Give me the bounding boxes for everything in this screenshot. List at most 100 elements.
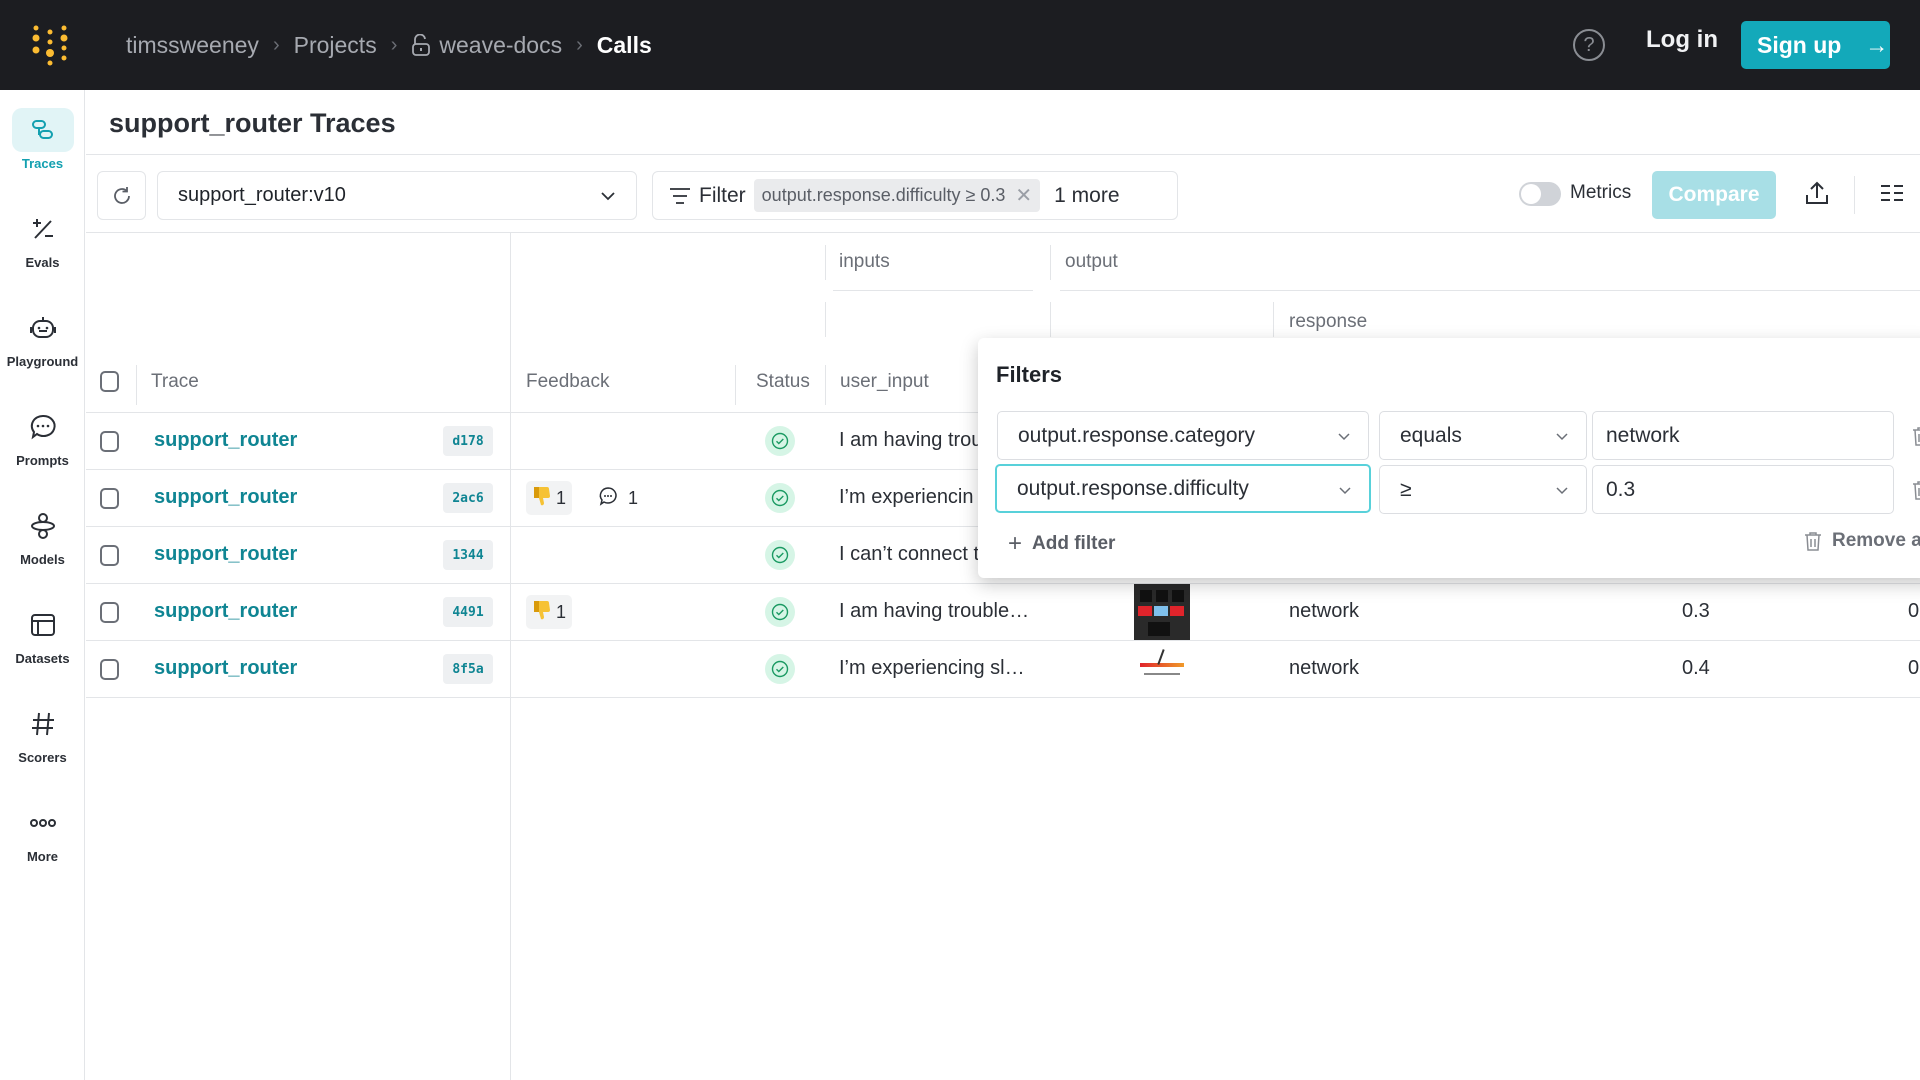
divider [1273,302,1274,337]
trace-id-badge[interactable]: 8f5a [443,654,493,684]
login-button[interactable]: Log in [1646,26,1718,54]
filter-field-select[interactable]: output.response.category [997,411,1369,460]
table-row[interactable]: support_router 4491 1 I am having trouble… n… [86,584,1920,641]
divider [86,697,1920,698]
user-input-cell[interactable]: I’m experiencin [839,486,974,509]
trace-name-link[interactable]: support_router [154,657,297,680]
filter-value: 0.3 [1606,477,1636,501]
filter-value-input[interactable]: network [1592,411,1894,460]
remove-all-button[interactable]: Remove a [1804,530,1920,552]
user-input-cell[interactable]: I’m experiencing sl… [839,657,1025,680]
columns-icon[interactable] [1880,181,1904,205]
user-input-cell[interactable]: I am having trou [839,429,982,452]
metrics-label: Metrics [1570,182,1632,203]
filter-chip[interactable]: output.response.difficulty ≥ 0.3 ✕ [753,179,1041,212]
sidebar-item-evals[interactable]: Evals [0,207,85,287]
unlock-icon [412,34,431,56]
status-success-icon [765,540,795,570]
difficulty-cell[interactable]: 0.3 [1682,600,1710,623]
sidebar-item-traces[interactable]: Traces [0,108,85,188]
sidebar-label: Datasets [15,651,70,666]
trace-name-link[interactable]: support_router [154,486,297,509]
robot-icon [12,306,74,350]
thumbs-down-reaction[interactable]: 1 [526,481,573,515]
trace-name-link[interactable]: support_router [154,600,297,623]
metrics-toggle[interactable] [1519,182,1561,206]
filter-value-input[interactable]: 0.3 [1592,465,1894,514]
trace-name-link[interactable]: support_router [154,543,297,566]
divider [735,365,736,405]
plus-icon: + [1008,530,1023,557]
breadcrumb-projects[interactable]: Projects [294,32,377,59]
chevron-right-icon: › [576,33,583,56]
close-icon[interactable]: ✕ [1015,183,1032,208]
column-group-inputs: inputs [839,251,890,272]
signup-button[interactable]: Sign up → [1741,21,1890,69]
column-group-output: output [1065,251,1118,272]
thumbs-down-reaction[interactable]: 1 [526,595,573,629]
trace-id-badge[interactable]: 1344 [443,540,493,570]
weave-logo-icon[interactable] [30,22,74,66]
filter-operator-select[interactable]: ≥ [1379,465,1587,514]
row-checkbox[interactable] [100,431,119,452]
trash-icon[interactable] [1912,480,1920,500]
chevron-down-icon [601,192,615,201]
sidebar-item-prompts[interactable]: Prompts [0,405,85,485]
refresh-button[interactable] [97,171,146,220]
sidebar-item-datasets[interactable]: Datasets [0,603,85,683]
table-row[interactable]: support_router 8f5a I’m experiencing sl… ne… [86,641,1920,698]
help-icon[interactable]: ? [1573,29,1605,61]
row-checkbox[interactable] [100,659,119,680]
score-cell[interactable]: 0 [1908,657,1919,680]
comments-count[interactable]: 1 [598,481,638,515]
category-cell[interactable]: network [1289,657,1359,680]
sidebar-item-playground[interactable]: Playground [0,306,85,386]
trash-icon[interactable] [1912,426,1920,446]
divider [825,365,826,405]
row-checkbox[interactable] [100,602,119,623]
breadcrumb-project[interactable]: weave-docs [439,32,562,59]
top-bar: timssweeney › Projects › weave-docs › Ca… [0,0,1920,90]
trace-id-badge[interactable]: 4491 [443,597,493,627]
column-header-feedback[interactable]: Feedback [526,371,609,393]
trace-id-badge[interactable]: 2ac6 [443,483,493,513]
divider [86,154,1920,155]
sidebar-item-models[interactable]: Models [0,504,85,584]
column-header-status[interactable]: Status [756,371,810,393]
filter-icon [670,187,690,204]
row-checkbox[interactable] [100,545,119,566]
filter-field-select[interactable]: output.response.difficulty [995,464,1371,513]
column-header-user-input[interactable]: user_input [840,371,929,393]
filter-value: network [1606,423,1680,447]
divider [1854,176,1855,214]
export-icon[interactable] [1804,180,1830,208]
sidebar-item-more[interactable]: More [0,801,85,881]
filter-operator-select[interactable]: equals [1379,411,1587,460]
divider [136,365,137,405]
table-icon [12,603,74,647]
sidebar-item-scorers[interactable]: Scorers [0,702,85,782]
row-checkbox[interactable] [100,488,119,509]
version-select[interactable]: support_router:v10 [157,171,637,220]
sidebar-label: Models [20,552,65,567]
score-cell[interactable]: 0 [1908,600,1919,623]
column-header-trace[interactable]: Trace [151,371,199,393]
compare-button[interactable]: Compare [1652,171,1776,219]
thumbs-down-icon [532,599,552,626]
trace-name-link[interactable]: support_router [154,429,297,452]
user-input-cell[interactable]: I can’t connect t [839,543,979,566]
add-filter-button[interactable]: + Add filter [1008,530,1115,558]
trace-id-badge[interactable]: d178 [443,426,493,456]
evals-icon [12,207,74,251]
filter-more[interactable]: 1 more [1054,184,1119,208]
column-group-response: response [1289,311,1368,332]
traces-icon [11,108,74,152]
breadcrumb-entity[interactable]: timssweeney [126,32,259,59]
speedometer-image-thumbnail[interactable] [1134,641,1190,698]
keyboard-image-thumbnail[interactable] [1134,584,1190,641]
select-all-checkbox[interactable] [100,371,119,392]
filter-bar[interactable]: Filter output.response.difficulty ≥ 0.3 … [652,171,1178,220]
category-cell[interactable]: network [1289,600,1359,623]
difficulty-cell[interactable]: 0.4 [1682,657,1710,680]
user-input-cell[interactable]: I am having trouble… [839,600,1029,623]
